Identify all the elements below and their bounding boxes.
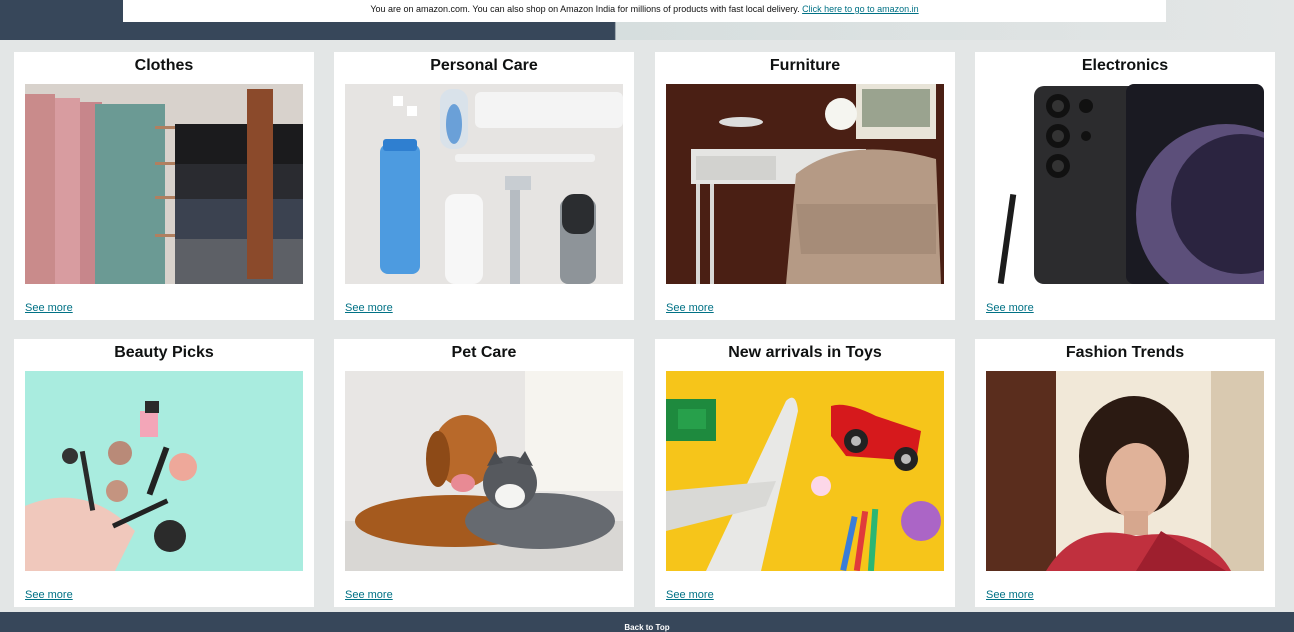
card-title: Beauty Picks — [114, 344, 214, 361]
locale-notice-text: You are on amazon.com. You can also shop… — [370, 4, 800, 14]
card-title: Clothes — [134, 57, 194, 74]
see-more-link[interactable]: See more — [666, 302, 714, 314]
back-to-top-button[interactable]: Back to Top — [0, 623, 1294, 632]
card-electronics: Electronics See more — [975, 52, 1275, 320]
card-fashion-trends: Fashion Trends See more — [975, 339, 1275, 607]
card-beauty-picks: Beauty Picks See more — [14, 339, 314, 607]
pet-care-image[interactable] — [345, 371, 623, 571]
see-more-link[interactable]: See more — [666, 589, 714, 601]
amazon-in-link[interactable]: Click here to go to amazon.in — [802, 4, 919, 14]
see-more-link[interactable]: See more — [986, 302, 1034, 314]
see-more-link[interactable]: See more — [25, 302, 73, 314]
card-clothes: Clothes See more — [14, 52, 314, 320]
card-toys: New arrivals in Toys See more — [655, 339, 955, 607]
card-title: New arrivals in Toys — [728, 344, 882, 361]
beauty-image[interactable] — [25, 371, 303, 571]
card-title: Pet Care — [451, 344, 517, 361]
fashion-image[interactable] — [986, 371, 1264, 571]
see-more-link[interactable]: See more — [986, 589, 1034, 601]
clothes-image[interactable] — [25, 84, 303, 284]
card-personal-care: Personal Care See more — [334, 52, 634, 320]
card-title: Electronics — [1081, 57, 1169, 74]
toys-image[interactable] — [666, 371, 944, 571]
footer-bar: Back to Top — [0, 612, 1294, 632]
card-title: Fashion Trends — [1065, 344, 1185, 361]
personal-care-image[interactable] — [345, 84, 623, 284]
card-furniture: Furniture See more — [655, 52, 955, 320]
card-pet-care: Pet Care See more — [334, 339, 634, 607]
see-more-link[interactable]: See more — [345, 302, 393, 314]
see-more-link[interactable]: See more — [25, 589, 73, 601]
card-title: Personal Care — [430, 57, 538, 74]
furniture-image[interactable] — [666, 84, 944, 284]
see-more-link[interactable]: See more — [345, 589, 393, 601]
electronics-image[interactable] — [986, 84, 1264, 284]
locale-notice-bar: You are on amazon.com. You can also shop… — [123, 0, 1166, 22]
card-title: Furniture — [769, 57, 841, 74]
